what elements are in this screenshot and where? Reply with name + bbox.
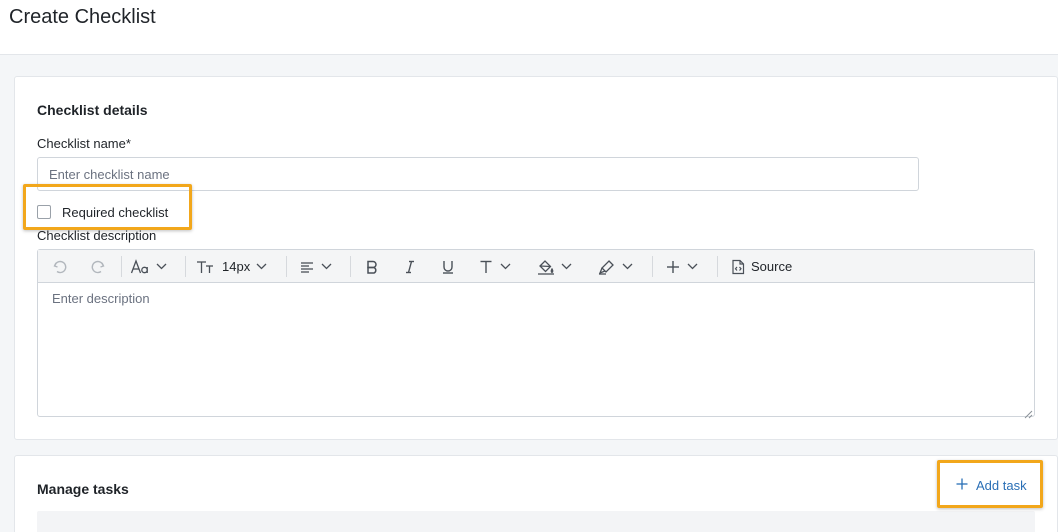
chevron-down-icon	[622, 263, 633, 270]
font-family-dropdown[interactable]	[130, 250, 167, 283]
page-title: Create Checklist	[9, 6, 156, 28]
toolbar-divider	[350, 256, 351, 277]
bold-icon	[364, 259, 380, 275]
redo-button[interactable]	[90, 250, 106, 283]
font-size-icon	[196, 259, 216, 275]
font-size-dropdown[interactable]: 14px	[196, 250, 267, 283]
chevron-down-icon	[156, 263, 167, 270]
chevron-down-icon	[321, 263, 332, 270]
tasks-section-title: Manage tasks	[37, 481, 129, 497]
details-section-title: Checklist details	[37, 102, 148, 118]
checklist-name-label: Checklist name*	[37, 136, 131, 151]
text-style-dropdown[interactable]	[478, 250, 511, 283]
toolbar-divider	[652, 256, 653, 277]
redo-icon	[90, 259, 106, 275]
highlighter-icon	[598, 259, 616, 275]
undo-button[interactable]	[52, 250, 68, 283]
text-style-icon	[478, 259, 494, 275]
source-button[interactable]: Source	[731, 250, 792, 283]
chevron-down-icon	[561, 263, 572, 270]
description-editor: 14px Source Enter description	[37, 249, 1035, 419]
italic-icon	[402, 259, 418, 275]
bold-button[interactable]	[364, 250, 380, 283]
chevron-down-icon	[687, 263, 698, 270]
fill-color-icon	[537, 259, 555, 275]
editor-toolbar: 14px Source	[38, 250, 1034, 283]
insert-dropdown[interactable]	[665, 250, 698, 283]
highlight-box-required-checklist	[23, 184, 192, 230]
highlight-dropdown[interactable]	[598, 250, 633, 283]
page-header: Create Checklist	[0, 0, 1058, 55]
fill-color-dropdown[interactable]	[537, 250, 572, 283]
plus-icon	[665, 259, 681, 275]
underline-button[interactable]	[440, 250, 456, 283]
undo-icon	[52, 259, 68, 275]
underline-icon	[440, 259, 456, 275]
font-family-icon	[130, 258, 150, 275]
alignment-dropdown[interactable]	[299, 250, 332, 283]
align-icon	[299, 259, 315, 275]
highlight-box-add-task	[937, 460, 1043, 508]
description-textarea[interactable]	[38, 283, 1034, 416]
chevron-down-icon	[500, 263, 511, 270]
toolbar-divider	[185, 256, 186, 277]
resize-handle-icon[interactable]	[1024, 406, 1033, 419]
tasks-list	[37, 511, 1035, 532]
manage-tasks-card: Manage tasks Add task	[14, 455, 1058, 532]
source-label: Source	[751, 259, 793, 274]
toolbar-divider	[717, 256, 718, 277]
chevron-down-icon	[256, 263, 267, 270]
font-size-value: 14px	[222, 259, 251, 274]
toolbar-divider	[286, 256, 287, 277]
checklist-details-card: Checklist details Checklist name* Requir…	[14, 76, 1058, 440]
italic-button[interactable]	[402, 250, 418, 283]
checklist-description-label: Checklist description	[37, 228, 157, 243]
toolbar-divider	[121, 256, 122, 277]
source-file-icon	[731, 259, 745, 275]
